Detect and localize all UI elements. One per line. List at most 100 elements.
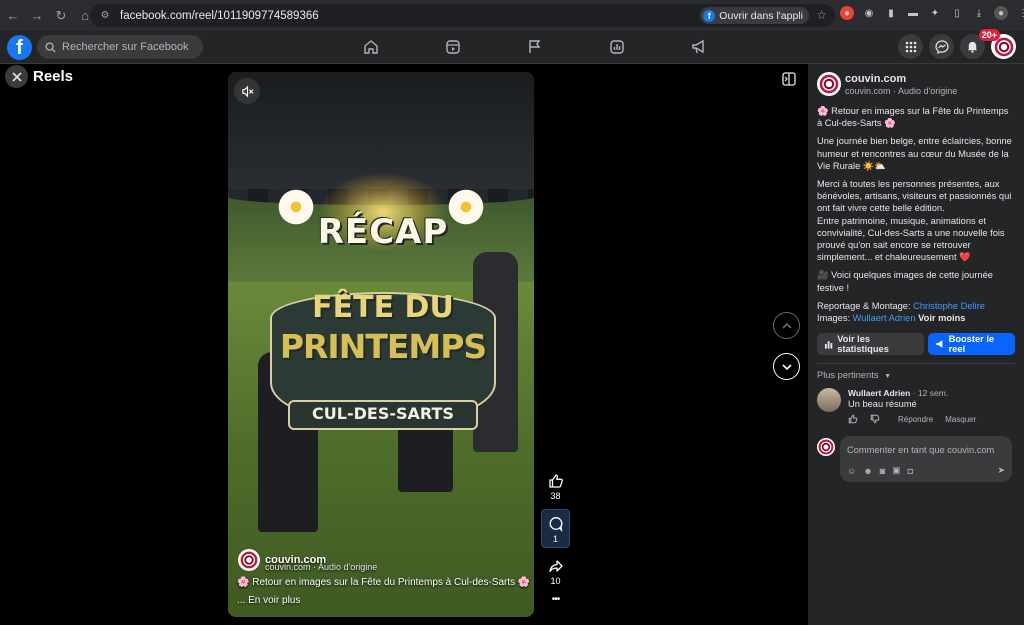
video-owner[interactable]: couvin.com couvin.com · Audio d'origine	[238, 549, 377, 572]
credit-link[interactable]: Wullaert Adrien	[853, 313, 916, 323]
poster-title-recap: RÉCAP	[317, 212, 449, 252]
owner-name[interactable]: couvin.com	[845, 73, 957, 85]
sticker-icon[interactable]: ◘	[908, 466, 913, 476]
poster-title-fete: FÊTE DU	[312, 290, 454, 325]
search-box[interactable]	[37, 35, 203, 59]
close-icon	[11, 71, 22, 82]
comment-input[interactable]	[847, 445, 1005, 456]
poster-place: CUL-DES-SARTS	[312, 404, 454, 423]
forward-icon[interactable]: →	[26, 5, 48, 27]
insights-tab[interactable]	[576, 36, 658, 58]
home-tab[interactable]	[330, 36, 412, 58]
facebook-logo[interactable]: f	[7, 35, 32, 60]
comment-box[interactable]: ☺ ☻ ◙ ▣ ◘ ➤	[840, 436, 1012, 483]
thumbs-up-icon[interactable]	[848, 414, 858, 424]
camera-icon[interactable]: ◙	[880, 466, 885, 476]
avatar-sticker-icon[interactable]: ☺	[847, 466, 856, 476]
toggle-panel-button[interactable]	[782, 72, 798, 88]
poster-title-printemps: PRINTEMPS	[279, 327, 487, 366]
download-icon[interactable]: ⤓	[972, 6, 986, 20]
comment-author[interactable]: Wullaert Adrien	[848, 388, 910, 398]
description-block: Merci à toutes les personnes présentes, …	[817, 178, 1015, 263]
owner-audio[interactable]: couvin.com · Audio d'origine	[265, 562, 377, 572]
divider	[817, 363, 1015, 365]
messenger-button[interactable]	[929, 34, 954, 59]
thumbs-down-icon[interactable]	[870, 414, 880, 424]
chart-icon	[610, 40, 624, 54]
owner-audio[interactable]: couvin.com · Audio d'origine	[845, 86, 957, 96]
commenter-avatar[interactable]	[817, 388, 841, 413]
gif-icon[interactable]: ▣	[892, 465, 901, 476]
address-bar[interactable]: ⚙ facebook.com/reel/1011909774589366 f O…	[90, 4, 835, 27]
caret-down-icon: ▼	[884, 373, 892, 381]
see-more-link[interactable]: ... En voir plus	[237, 595, 300, 606]
comment-actions: Répondre Masquer	[848, 414, 976, 424]
site-settings-icon[interactable]: ⚙	[98, 9, 112, 23]
boost-reel-button[interactable]: Booster le reel	[928, 333, 1015, 356]
menu-button[interactable]	[898, 34, 923, 59]
more-dots-icon: •••	[551, 594, 560, 605]
composer-tools: ☺ ☻ ◙ ▣ ◘ ➤	[847, 465, 1005, 476]
reels-tab[interactable]	[412, 36, 494, 58]
owner-avatar[interactable]	[238, 549, 260, 571]
hide-link[interactable]: Masquer	[945, 415, 976, 424]
extension-icon[interactable]: ▮	[884, 6, 898, 20]
profile-icon[interactable]: ●	[994, 6, 1008, 20]
description-line: 🌸 Retour en images sur la Fête du Printe…	[817, 106, 1009, 129]
owner-avatar[interactable]	[817, 72, 841, 96]
chevron-down-icon	[781, 363, 792, 370]
comment-time[interactable]: · 12 sem.	[913, 388, 948, 398]
menu-dots-icon[interactable]: ⋮	[1016, 6, 1024, 20]
reels-icon	[446, 40, 460, 54]
ads-tab[interactable]	[658, 36, 740, 58]
view-stats-label: Voir les statistiques	[837, 334, 889, 355]
composer-avatar[interactable]	[817, 438, 835, 457]
facebook-top-nav: f 20+	[0, 29, 1024, 64]
description-line: Merci à toutes les personnes présentes, …	[817, 179, 1012, 214]
extension-icon[interactable]: ●	[840, 6, 854, 20]
extension-icon[interactable]: ◉	[862, 6, 876, 20]
bar-chart-icon	[824, 341, 833, 349]
reel-video[interactable]: RÉCAP FÊTE DU PRINTEMPS CUL-DES-SARTS co…	[228, 72, 534, 617]
emoji-icon[interactable]: ☻	[863, 466, 872, 476]
panel-owner[interactable]: couvin.com couvin.com · Audio d'origine	[817, 72, 1015, 96]
sidebar-icon[interactable]: ▯	[950, 6, 964, 20]
open-in-app-label: Ouvrir dans l'appli	[719, 9, 803, 22]
view-stats-button[interactable]: Voir les statistiques	[817, 333, 925, 356]
couvin-logo-icon	[819, 74, 839, 94]
like-button[interactable]: 38	[541, 471, 570, 501]
bell-icon	[967, 41, 978, 53]
reply-link[interactable]: Répondre	[898, 415, 933, 424]
open-in-app-button[interactable]: f Ouvrir dans l'appli	[700, 7, 809, 24]
bookmark-star-icon[interactable]: ☆	[816, 8, 827, 22]
puzzle-icon[interactable]: ✦	[928, 6, 942, 20]
next-reel-button[interactable]	[773, 353, 800, 380]
share-button[interactable]: 10	[541, 556, 570, 586]
comment-composer: ☺ ☻ ◙ ▣ ◘ ➤	[817, 436, 1015, 483]
megaphone-icon	[936, 340, 943, 348]
extension-icon[interactable]: ▬	[906, 6, 920, 20]
reel-description: 🌸 Retour en images sur la Fête du Printe…	[817, 105, 1015, 324]
credit-link[interactable]: Christophe Delire	[913, 301, 985, 311]
share-icon	[548, 560, 563, 573]
comment-button[interactable]: 1	[541, 509, 570, 548]
home-icon	[364, 40, 378, 54]
close-button[interactable]	[5, 65, 28, 88]
nav-tabs	[330, 36, 740, 58]
more-options-button[interactable]: •••	[541, 594, 570, 605]
back-icon[interactable]: ←	[2, 5, 24, 27]
previous-reel-button[interactable]	[773, 312, 800, 339]
browser-toolbar: ← → ↻ ⌂ ⚙ facebook.com/reel/101190977458…	[0, 0, 1024, 31]
credit-label: Images:	[817, 313, 853, 324]
pages-tab[interactable]	[494, 36, 576, 58]
mute-button[interactable]	[234, 78, 260, 104]
reload-icon[interactable]: ↻	[50, 5, 72, 27]
comment-sort-dropdown[interactable]: Plus pertinents ▼	[817, 370, 1015, 380]
comment-icon	[549, 517, 562, 532]
see-less-link[interactable]: Voir moins	[918, 313, 965, 323]
notification-badge: 20+	[978, 29, 1000, 41]
search-input[interactable]	[62, 41, 192, 53]
facebook-mini-icon: f	[703, 9, 716, 22]
comment-text: Un beau résumé	[848, 399, 917, 410]
send-icon[interactable]: ➤	[997, 465, 1005, 476]
